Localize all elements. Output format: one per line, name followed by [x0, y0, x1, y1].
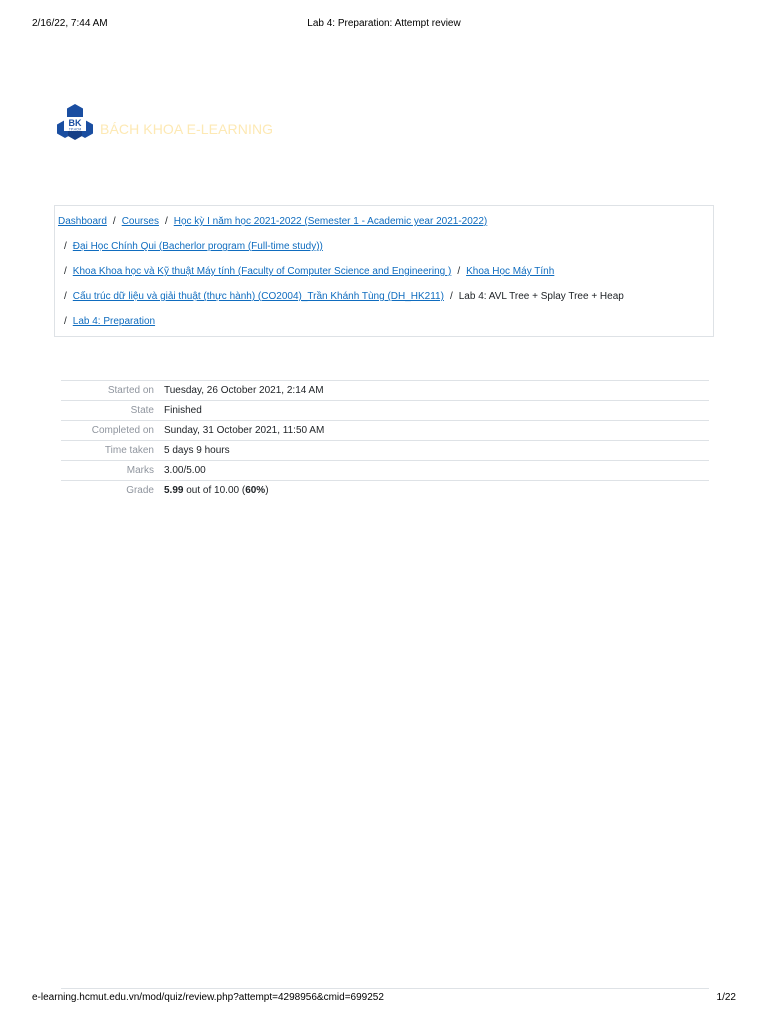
breadcrumb-separator: / — [64, 316, 67, 327]
attempt-summary-table: Started on Tuesday, 26 October 2021, 2:1… — [61, 380, 709, 500]
grade-percent: 60% — [245, 485, 266, 496]
grade-value: 5.99 out of 10.00 (60%) — [164, 485, 269, 496]
grade-close-paren: ) — [265, 485, 269, 496]
breadcrumb-dashboard-link[interactable]: Dashboard — [58, 216, 107, 227]
breadcrumb-separator: / — [112, 216, 116, 227]
breadcrumb-courses-link[interactable]: Courses — [122, 216, 159, 227]
breadcrumb-line-3: / Khoa Khoa học và Kỹ thuật Máy tính (Fac… — [64, 266, 554, 280]
time-taken-value: 5 days 9 hours — [164, 445, 230, 456]
breadcrumb-line-1: Dashboard / Courses / Học kỳ I năm học 2021-… — [58, 216, 487, 230]
marks-value: 3.00/5.00 — [164, 465, 206, 476]
summary-row-grade: Grade 5.99 out of 10.00 (60%) — [61, 481, 709, 500]
logo-subtext: TP.HCM — [69, 127, 81, 131]
breadcrumb-line-5: / Lab 4: Preparation — [64, 316, 155, 330]
breadcrumb-course-link[interactable]: Cấu trúc dữ liệu và giải thuật (thực hàn… — [73, 291, 444, 302]
print-page-number: 1/22 — [716, 992, 736, 1003]
summary-row-marks: Marks 3.00/5.00 — [61, 461, 709, 481]
print-url: e-learning.hcmut.edu.vn/mod/quiz/review.… — [32, 992, 384, 1003]
marks-label: Marks — [126, 465, 154, 476]
bk-logo-icon: BK TP.HCM — [57, 104, 93, 140]
breadcrumb-quiz-link[interactable]: Lab 4: Preparation — [73, 316, 155, 327]
breadcrumb: Dashboard / Courses / Học kỳ I năm học 2021-… — [54, 205, 714, 337]
breadcrumb-department-link[interactable]: Khoa Học Máy Tính — [466, 266, 554, 277]
completed-value: Sunday, 31 October 2021, 11:50 AM — [164, 425, 325, 436]
breadcrumb-separator: / — [64, 266, 67, 277]
time-taken-label: Time taken — [104, 445, 154, 456]
grade-label: Grade — [126, 485, 154, 496]
breadcrumb-line-4: / Cấu trúc dữ liệu và giải thuật (thực hà… — [64, 291, 624, 305]
print-page-title: Lab 4: Preparation: Attempt review — [307, 18, 461, 29]
completed-label: Completed on — [91, 425, 154, 436]
breadcrumb-section: Lab 4: AVL Tree + Splay Tree + Heap — [458, 291, 624, 302]
summary-row-time: Time taken 5 days 9 hours — [61, 441, 709, 461]
grade-out-of: out of 10.00 ( — [183, 485, 246, 496]
state-value: Finished — [164, 405, 202, 416]
state-label: State — [130, 405, 154, 416]
breadcrumb-line-2: / Đại Học Chính Qui (Bacherlor program (F… — [64, 241, 323, 255]
started-label: Started on — [107, 385, 154, 396]
breadcrumb-semester-link[interactable]: Học kỳ I năm học 2021-2022 (Semester 1 -… — [174, 216, 488, 227]
summary-row-completed: Completed on Sunday, 31 October 2021, 11… — [61, 421, 709, 441]
started-value: Tuesday, 26 October 2021, 2:14 AM — [164, 385, 324, 396]
breadcrumb-program-link[interactable]: Đại Học Chính Qui (Bacherlor program (Fu… — [73, 241, 323, 252]
breadcrumb-separator: / — [164, 216, 168, 227]
summary-row-started: Started on Tuesday, 26 October 2021, 2:1… — [61, 381, 709, 401]
summary-row-state: State Finished — [61, 401, 709, 421]
footer-divider — [61, 988, 709, 989]
breadcrumb-separator: / — [64, 291, 67, 302]
breadcrumb-separator: / — [449, 291, 453, 302]
breadcrumb-faculty-link[interactable]: Khoa Khoa học và Kỹ thuật Máy tính (Facu… — [73, 266, 452, 277]
breadcrumb-separator: / — [64, 241, 67, 252]
print-header: 2/16/22, 7:44 AM Lab 4: Preparation: Att… — [0, 18, 768, 32]
breadcrumb-separator: / — [457, 266, 461, 277]
brand-name: BÁCH KHOA E-LEARNING — [100, 121, 274, 137]
grade-score: 5.99 — [164, 485, 184, 496]
